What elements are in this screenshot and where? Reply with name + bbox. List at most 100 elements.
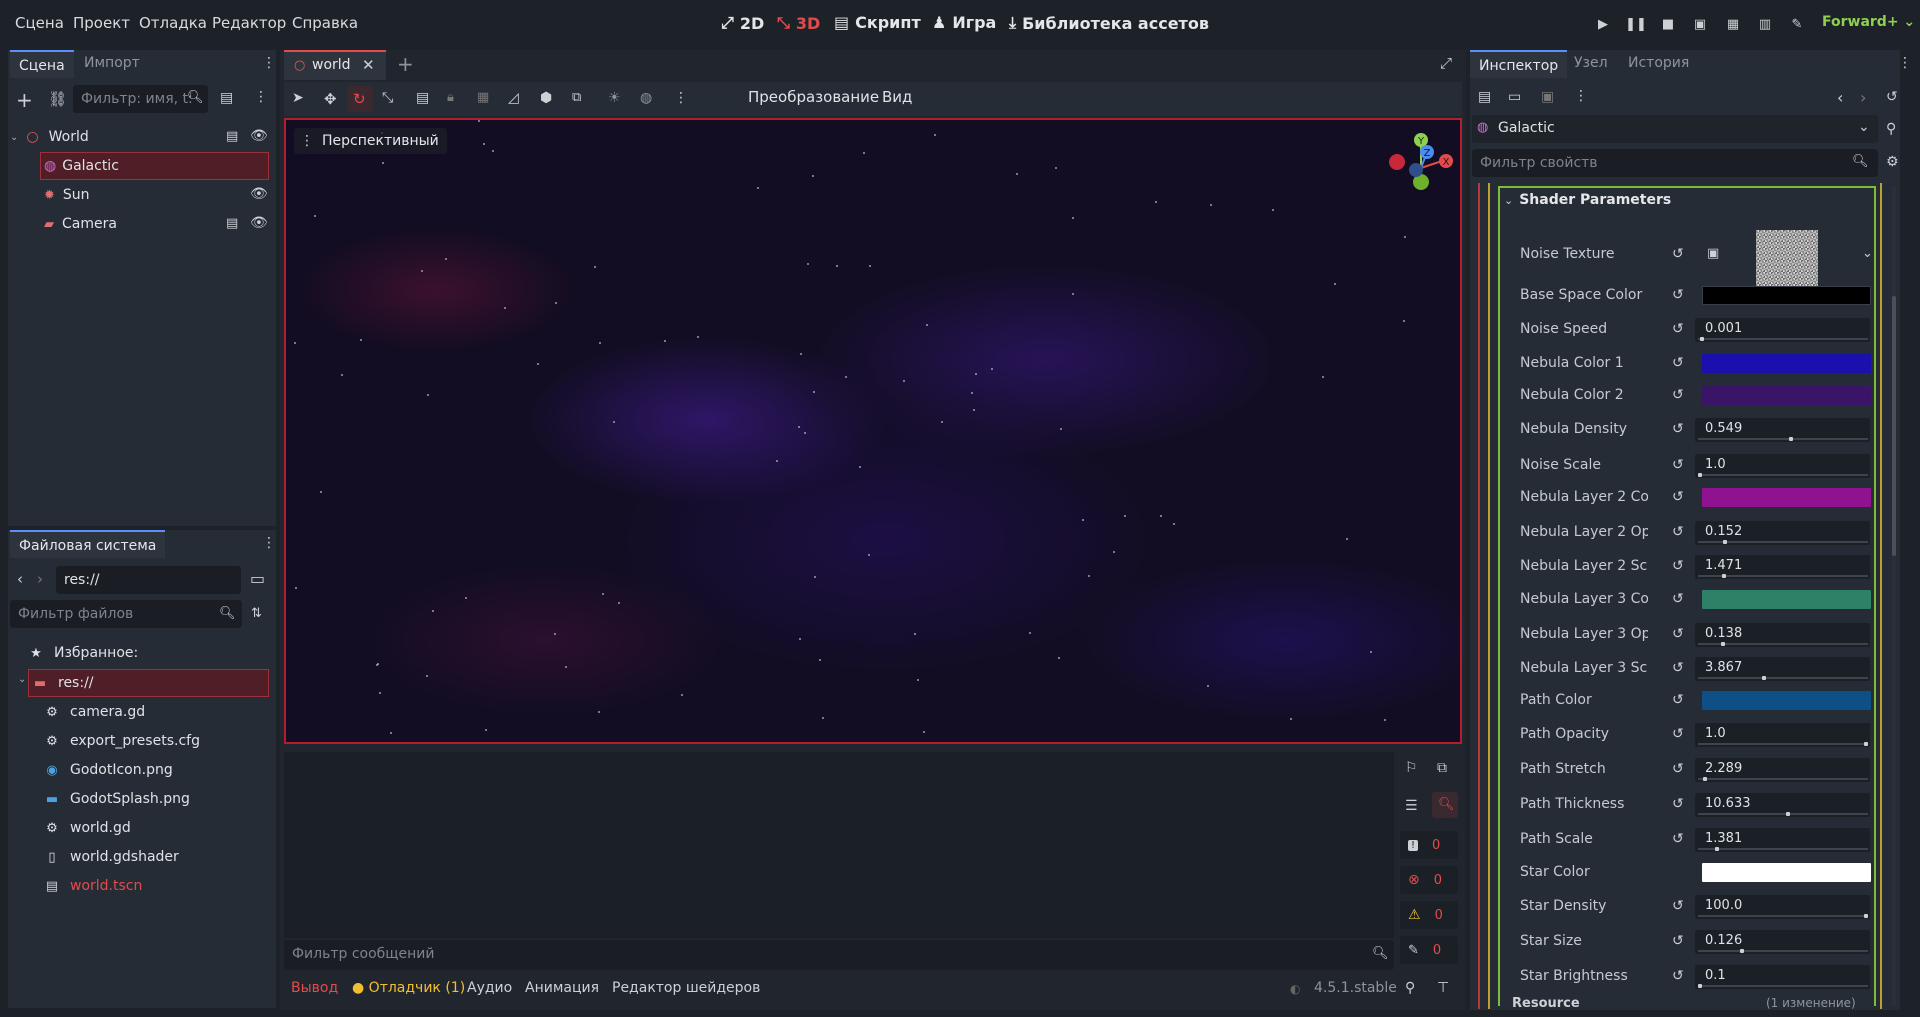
movie-maker-icon[interactable]: ✎: [1787, 14, 1807, 34]
inspector-settings-icon[interactable]: ⚙: [1886, 154, 1899, 170]
tab-filesystem[interactable]: Файловая система: [10, 530, 166, 558]
reset-icon[interactable]: ↺: [1672, 287, 1684, 303]
clear-output-icon[interactable]: ⚐: [1405, 760, 1418, 776]
scene-menu-icon[interactable]: ⋮: [254, 89, 268, 105]
file-item[interactable]: ▯ world.gdshader: [44, 844, 178, 870]
scrollbar-thumb[interactable]: [1892, 296, 1896, 556]
play-custom-scene-icon[interactable]: ▥: [1755, 14, 1775, 34]
history-forward-icon[interactable]: ›: [1860, 88, 1866, 107]
move-tool-icon[interactable]: ✥: [324, 90, 337, 108]
workspace-script-button[interactable]: ▤ Скрипт: [834, 13, 921, 32]
reset-icon[interactable]: ↺: [1672, 726, 1684, 742]
tab-import[interactable]: Импорт: [84, 55, 140, 71]
file-item[interactable]: ⚙ world.gd: [44, 815, 131, 841]
slider-grabber[interactable]: [1698, 984, 1702, 988]
reset-icon[interactable]: ↺: [1672, 489, 1684, 505]
tab-audio[interactable]: Аудио: [467, 980, 512, 996]
open-folder-icon[interactable]: ▭: [1508, 89, 1521, 105]
workspace-game-button[interactable]: ♟ Игра: [932, 13, 996, 32]
gizmo-neg-x[interactable]: [1389, 154, 1405, 170]
inspector-scrollbar[interactable]: [1892, 186, 1896, 1006]
message-count-toggle[interactable]: ! 0: [1400, 831, 1458, 859]
slider-grabber[interactable]: [1700, 337, 1704, 341]
reset-icon[interactable]: ↺: [1672, 387, 1684, 403]
object-selector[interactable]: ◍ Galactic ⌄: [1472, 115, 1878, 143]
value-slider[interactable]: [1698, 949, 1868, 953]
value-slider[interactable]: [1698, 676, 1868, 680]
object-history-icon[interactable]: ↺: [1886, 89, 1898, 105]
reset-icon[interactable]: ↺: [1672, 796, 1684, 812]
shader-parameters-header[interactable]: ⌄ Shader Parameters: [1504, 192, 1671, 208]
add-node-icon[interactable]: +: [16, 88, 33, 112]
color-picker-button[interactable]: [1702, 386, 1871, 405]
select-tool-icon[interactable]: ➤: [292, 90, 304, 106]
tree-node-galactic[interactable]: ◍ Galactic: [44, 153, 119, 179]
distraction-free-icon[interactable]: ⤢: [1440, 54, 1452, 72]
resource-section-header[interactable]: Resource (1 изменение): [1504, 996, 1876, 1010]
slider-grabber[interactable]: [1703, 777, 1707, 781]
color-picker-button[interactable]: [1702, 590, 1871, 609]
color-picker-button[interactable]: [1702, 488, 1871, 507]
view-menu[interactable]: Вид: [882, 88, 912, 106]
tab-debugger[interactable]: ● Отладчик (1): [352, 980, 465, 996]
more-icon[interactable]: ⋮: [1574, 88, 1588, 104]
visibility-eye-icon[interactable]: 👁︎: [250, 215, 268, 231]
reset-icon[interactable]: ↺: [1672, 626, 1684, 642]
gizmo-neg-z[interactable]: [1409, 163, 1423, 177]
reset-icon[interactable]: ↺: [1672, 761, 1684, 777]
tab-shader-editor[interactable]: Редактор шейдеров: [612, 980, 760, 996]
value-slider[interactable]: [1698, 642, 1868, 646]
dock-menu-icon[interactable]: ⋮: [262, 535, 276, 551]
error-count-toggle[interactable]: ⊗ 0: [1400, 866, 1458, 894]
file-item[interactable]: ⚙ export_presets.cfg: [44, 728, 200, 754]
value-slider[interactable]: [1698, 984, 1868, 988]
menu-project[interactable]: Проект: [73, 14, 130, 32]
filesystem-path-input[interactable]: res://: [56, 566, 241, 594]
tree-node-sun[interactable]: ✹ Sun: [44, 182, 90, 208]
folder-res-root[interactable]: ▬ res://: [32, 670, 94, 696]
ruler-icon[interactable]: ◿: [508, 90, 519, 106]
node-info-icon[interactable]: ⚲: [1886, 121, 1896, 137]
editor-count-toggle[interactable]: ✎ 0: [1400, 936, 1458, 964]
reset-icon[interactable]: ↺: [1672, 898, 1684, 914]
file-item[interactable]: ▬ GodotSplash.png: [44, 786, 190, 812]
slider-grabber[interactable]: [1864, 914, 1868, 918]
list-select-icon[interactable]: ▤: [416, 90, 429, 106]
slider-grabber[interactable]: [1698, 473, 1702, 477]
reset-icon[interactable]: ↺: [1672, 692, 1684, 708]
more-icon[interactable]: ⋮: [674, 90, 688, 106]
color-picker-button[interactable]: [1702, 286, 1871, 305]
slider-grabber[interactable]: [1723, 540, 1727, 544]
value-slider[interactable]: [1698, 847, 1868, 851]
local-space-icon[interactable]: ⬢: [540, 90, 552, 106]
slider-grabber[interactable]: [1762, 676, 1766, 680]
remote-debug-icon[interactable]: ▣: [1690, 14, 1710, 34]
value-slider[interactable]: [1698, 473, 1868, 477]
value-slider[interactable]: [1698, 742, 1868, 746]
dock-menu-icon[interactable]: ⋮: [262, 55, 276, 71]
chevron-down-icon[interactable]: ⌄: [1862, 246, 1873, 261]
slider-grabber[interactable]: [1722, 574, 1726, 578]
split-view-icon[interactable]: ▭: [250, 569, 265, 588]
menu-scene[interactable]: Сцена: [15, 14, 64, 32]
history-back-icon[interactable]: ‹: [1837, 88, 1843, 107]
tab-history[interactable]: История: [1628, 55, 1689, 71]
renderer-selector[interactable]: Forward+ ⌄: [1822, 14, 1915, 30]
link-icon[interactable]: ⛓: [48, 90, 67, 108]
attach-script-icon[interactable]: ▤: [220, 90, 233, 106]
lock-icon[interactable]: 🔒︎: [447, 90, 454, 105]
dock-menu-icon[interactable]: ⋮: [1898, 55, 1912, 71]
tab-node[interactable]: Узел: [1574, 55, 1608, 71]
tree-node-world[interactable]: ⌄ ○ World: [10, 124, 89, 150]
tab-inspector[interactable]: Инспектор: [1470, 50, 1568, 78]
visibility-eye-icon[interactable]: 👁︎: [250, 186, 268, 202]
scene-tab[interactable]: ○ world ✕: [284, 50, 386, 80]
new-resource-icon[interactable]: ▤: [1478, 89, 1491, 105]
file-item[interactable]: ◉ GodotIcon.png: [44, 757, 172, 783]
tab-scene[interactable]: Сцена: [10, 50, 74, 78]
favorites-item[interactable]: ★ Избранное:: [28, 640, 138, 666]
slider-grabber[interactable]: [1715, 847, 1719, 851]
pin-icon[interactable]: ⚲: [1405, 980, 1415, 996]
menu-debug[interactable]: Отладка: [139, 14, 207, 32]
visibility-eye-icon[interactable]: 👁︎: [250, 128, 268, 144]
